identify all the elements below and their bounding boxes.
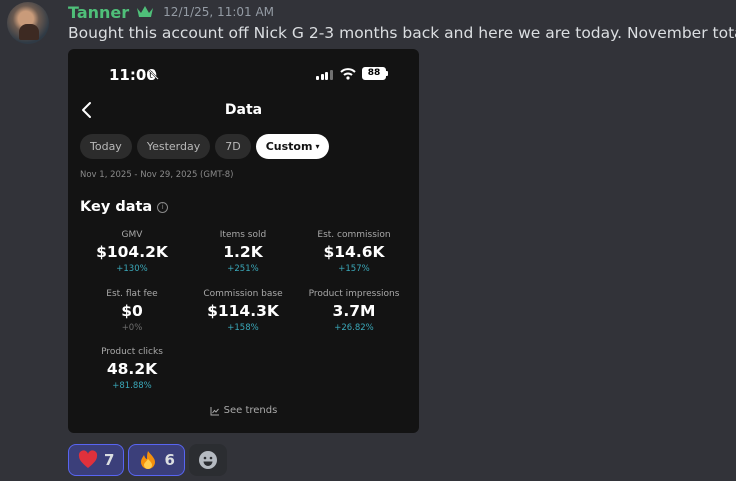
reaction-fire[interactable]: 6 (128, 444, 185, 476)
date-filter-chips: Today Yesterday 7D Custom ▾ (80, 134, 330, 159)
reaction-count: 6 (164, 451, 175, 469)
reactions-bar: 7 6 (68, 444, 227, 476)
metric-commission-base[interactable]: Commission base $114.3K +158% (188, 289, 298, 333)
smiley-icon (198, 451, 217, 469)
battery-icon: 88 (362, 67, 386, 80)
page-title: Data (224, 102, 263, 118)
see-trends-link[interactable]: See trends (68, 405, 419, 416)
metric-product-clicks[interactable]: Product clicks 48.2K +81.88% (77, 347, 187, 391)
metric-est-flat-fee[interactable]: Est. flat fee $0 +0% (77, 289, 187, 333)
wifi-icon (340, 68, 356, 80)
date-range: Nov 1, 2025 - Nov 29, 2025 (GMT-8) (80, 170, 234, 180)
screenshot-attachment[interactable]: 11:00 88 Data Today Yesterday 7D Custom ▾… (68, 49, 419, 433)
message-timestamp: 12/1/25, 11:01 AM (163, 5, 275, 19)
filter-7d[interactable]: 7D (215, 134, 251, 159)
filter-today[interactable]: Today (80, 134, 132, 159)
info-icon[interactable]: i (157, 201, 169, 213)
fire-icon (141, 451, 156, 469)
bell-off-icon (148, 69, 159, 80)
signal-icon (316, 70, 333, 80)
add-reaction-button[interactable] (188, 444, 227, 476)
username[interactable]: Tanner (68, 3, 129, 22)
message-header: Tanner 12/1/25, 11:01 AM (68, 2, 274, 22)
metric-est-commission[interactable]: Est. commission $14.6K +157% (299, 230, 409, 274)
crown-icon (137, 6, 154, 17)
reaction-count: 7 (104, 451, 115, 469)
metric-items-sold[interactable]: Items sold 1.2K +251% (188, 230, 298, 274)
avatar[interactable] (7, 2, 49, 44)
heart-icon (78, 450, 98, 468)
filter-custom[interactable]: Custom ▾ (255, 134, 330, 159)
section-title: Key data i (80, 199, 169, 215)
metric-gmv[interactable]: GMV $104.2K +130% (77, 230, 187, 274)
battery-tip (386, 71, 388, 76)
metric-product-impressions[interactable]: Product impressions 3.7M +26.82% (299, 289, 409, 333)
filter-yesterday[interactable]: Yesterday (136, 134, 211, 159)
reaction-heart[interactable]: 7 (68, 444, 125, 476)
trend-chart-icon (210, 406, 219, 415)
chevron-down-icon: ▾ (315, 142, 320, 151)
message-text: Bought this account off Nick G 2-3 month… (68, 24, 736, 42)
